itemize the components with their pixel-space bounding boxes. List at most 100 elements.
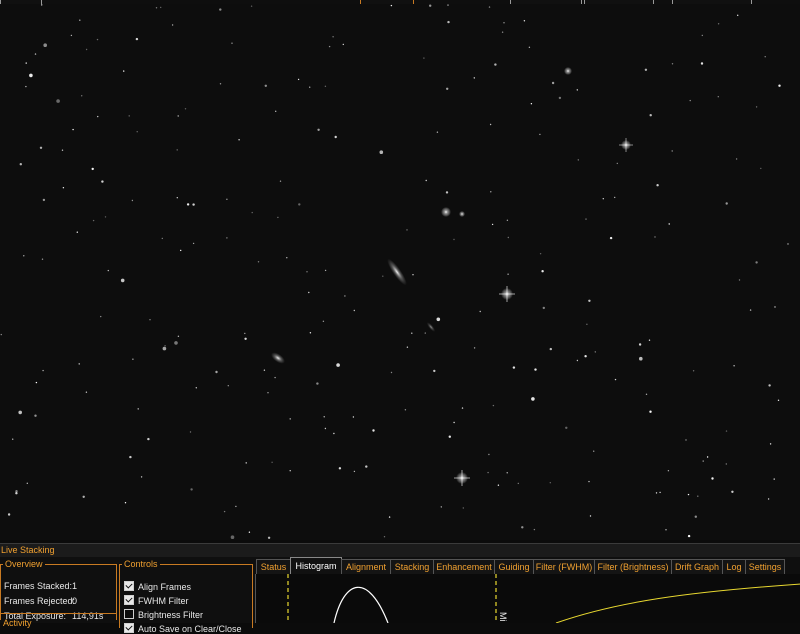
control-brightness-filter[interactable]: Brightness Filter [124,609,203,620]
control-fwhm-filter[interactable]: FWHM Filter [124,595,189,606]
star [654,236,656,238]
star [668,223,670,225]
star [174,341,178,345]
tab-drift-graph[interactable]: Drift Graph [671,559,723,574]
star [453,238,455,241]
star [594,351,596,353]
star [219,83,222,85]
tab-alignment[interactable]: Alignment [341,559,391,574]
star [161,237,163,240]
star [424,332,426,334]
star [760,167,762,170]
activity-label: Activity [3,618,32,628]
star [749,309,752,311]
tab-histogram[interactable]: Histogram [290,557,342,574]
control-auto-save-on-clear-close[interactable]: Auto Save on Clear/Close [124,623,242,634]
star [189,431,192,433]
star [324,85,327,88]
star [149,319,151,321]
star [35,381,38,384]
star [725,430,728,432]
star [85,48,88,51]
star [248,531,251,533]
checkbox[interactable] [124,595,134,605]
star [462,507,464,509]
controls-legend: Controls [124,559,158,569]
star [76,231,79,233]
star [685,439,687,441]
star [215,370,218,374]
tab-settings[interactable]: Settings [745,559,785,574]
star [82,495,85,498]
star [56,99,60,103]
tab-log[interactable]: Log [722,559,746,574]
star [230,535,235,539]
tab-filter-fwhm[interactable]: Filter (FWHM) [533,559,595,574]
star [79,19,81,21]
star [333,432,335,435]
star [322,320,325,322]
tab-status[interactable]: Status [256,559,291,574]
star [614,196,616,199]
star [436,317,441,322]
star [62,187,65,189]
live-stacking-panel: Overview Frames Stacked: 1 Frames Reject… [0,557,800,634]
star [226,198,228,200]
star [512,366,516,369]
checkbox[interactable] [124,623,134,633]
star [107,269,110,272]
star [0,333,3,336]
star [406,229,408,231]
star [12,438,14,440]
checkbox[interactable] [124,581,134,591]
tab-guiding[interactable]: Guiding [494,559,534,574]
star [558,96,562,100]
star [542,306,545,310]
frames-stacked-label: Frames Stacked: [4,581,73,591]
star [70,34,73,37]
overview-legend: Overview [5,559,43,569]
star [711,477,714,480]
control-align-frames[interactable]: Align Frames [124,581,191,592]
star [382,275,384,277]
checkbox[interactable] [124,609,134,619]
stacked-image-view[interactable] [0,4,800,540]
star [534,368,537,371]
star [461,407,464,409]
frames-rejected-value: 0 [72,596,78,606]
star [324,427,327,430]
star [352,416,355,418]
star [687,493,690,496]
star [446,87,449,91]
star [487,471,489,474]
star [390,371,393,374]
star [308,291,310,294]
star [453,421,455,424]
star [706,456,709,458]
star [226,237,228,239]
star [473,77,475,79]
star [671,150,673,152]
star [725,463,727,465]
star [124,502,127,504]
star [473,347,476,349]
star [342,43,344,46]
histogram-panel[interactable]: Mi [255,574,800,623]
histogram-stretch-curve [555,583,800,623]
star [530,103,533,105]
star [700,62,704,65]
star [769,443,772,445]
star [733,365,735,367]
tab-enhancement[interactable]: Enhancement [433,559,495,574]
star [140,476,143,478]
star [549,482,551,484]
star [494,63,497,66]
tab-filter-brightness[interactable]: Filter (Brightness) [594,559,672,574]
star [244,332,246,335]
tab-stacking[interactable]: Stacking [390,559,434,574]
star [445,191,449,194]
star [659,491,661,494]
star [778,84,781,87]
star [586,323,588,325]
star [155,7,158,9]
